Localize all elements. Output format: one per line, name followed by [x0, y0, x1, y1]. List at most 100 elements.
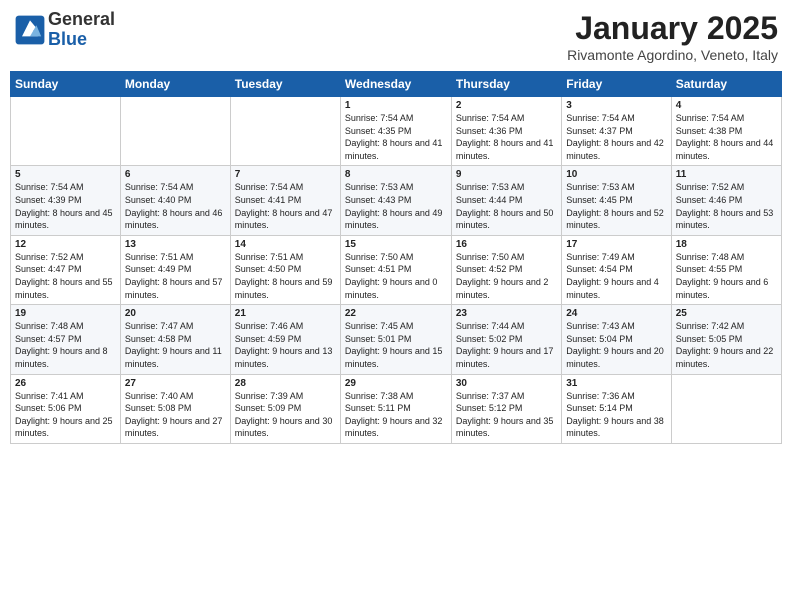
- day-cell: 5Sunrise: 7:54 AM Sunset: 4:39 PM Daylig…: [11, 166, 121, 235]
- day-number: 3: [566, 100, 666, 111]
- day-info: Sunrise: 7:54 AM Sunset: 4:36 PM Dayligh…: [456, 112, 557, 162]
- day-number: 18: [676, 239, 777, 250]
- day-info: Sunrise: 7:48 AM Sunset: 4:55 PM Dayligh…: [676, 251, 777, 301]
- weekday-header-row: SundayMondayTuesdayWednesdayThursdayFrid…: [11, 72, 782, 97]
- day-cell: 15Sunrise: 7:50 AM Sunset: 4:51 PM Dayli…: [340, 235, 451, 304]
- day-cell: 10Sunrise: 7:53 AM Sunset: 4:45 PM Dayli…: [562, 166, 671, 235]
- day-number: 22: [345, 308, 447, 319]
- day-cell: 29Sunrise: 7:38 AM Sunset: 5:11 PM Dayli…: [340, 374, 451, 443]
- day-cell: 31Sunrise: 7:36 AM Sunset: 5:14 PM Dayli…: [562, 374, 671, 443]
- day-info: Sunrise: 7:45 AM Sunset: 5:01 PM Dayligh…: [345, 320, 447, 370]
- day-number: 1: [345, 100, 447, 111]
- day-cell: [671, 374, 781, 443]
- logo: General Blue: [14, 10, 115, 50]
- day-info: Sunrise: 7:51 AM Sunset: 4:49 PM Dayligh…: [125, 251, 226, 301]
- day-info: Sunrise: 7:53 AM Sunset: 4:43 PM Dayligh…: [345, 181, 447, 231]
- day-number: 26: [15, 378, 116, 389]
- logo-general-text: General: [48, 10, 115, 30]
- week-row-2: 5Sunrise: 7:54 AM Sunset: 4:39 PM Daylig…: [11, 166, 782, 235]
- day-cell: 28Sunrise: 7:39 AM Sunset: 5:09 PM Dayli…: [230, 374, 340, 443]
- day-info: Sunrise: 7:47 AM Sunset: 4:58 PM Dayligh…: [125, 320, 226, 370]
- day-cell: 25Sunrise: 7:42 AM Sunset: 5:05 PM Dayli…: [671, 305, 781, 374]
- day-cell: 9Sunrise: 7:53 AM Sunset: 4:44 PM Daylig…: [451, 166, 561, 235]
- day-cell: 14Sunrise: 7:51 AM Sunset: 4:50 PM Dayli…: [230, 235, 340, 304]
- day-cell: 4Sunrise: 7:54 AM Sunset: 4:38 PM Daylig…: [671, 97, 781, 166]
- day-info: Sunrise: 7:36 AM Sunset: 5:14 PM Dayligh…: [566, 390, 666, 440]
- day-info: Sunrise: 7:40 AM Sunset: 5:08 PM Dayligh…: [125, 390, 226, 440]
- day-cell: 7Sunrise: 7:54 AM Sunset: 4:41 PM Daylig…: [230, 166, 340, 235]
- day-cell: 18Sunrise: 7:48 AM Sunset: 4:55 PM Dayli…: [671, 235, 781, 304]
- weekday-header-thursday: Thursday: [451, 72, 561, 97]
- day-number: 8: [345, 169, 447, 180]
- week-row-4: 19Sunrise: 7:48 AM Sunset: 4:57 PM Dayli…: [11, 305, 782, 374]
- day-cell: 30Sunrise: 7:37 AM Sunset: 5:12 PM Dayli…: [451, 374, 561, 443]
- day-cell: [120, 97, 230, 166]
- day-number: 4: [676, 100, 777, 111]
- day-number: 5: [15, 169, 116, 180]
- week-row-5: 26Sunrise: 7:41 AM Sunset: 5:06 PM Dayli…: [11, 374, 782, 443]
- day-number: 6: [125, 169, 226, 180]
- day-info: Sunrise: 7:38 AM Sunset: 5:11 PM Dayligh…: [345, 390, 447, 440]
- day-cell: 27Sunrise: 7:40 AM Sunset: 5:08 PM Dayli…: [120, 374, 230, 443]
- day-cell: [230, 97, 340, 166]
- calendar: SundayMondayTuesdayWednesdayThursdayFrid…: [10, 71, 782, 444]
- day-info: Sunrise: 7:39 AM Sunset: 5:09 PM Dayligh…: [235, 390, 336, 440]
- week-row-3: 12Sunrise: 7:52 AM Sunset: 4:47 PM Dayli…: [11, 235, 782, 304]
- day-cell: 3Sunrise: 7:54 AM Sunset: 4:37 PM Daylig…: [562, 97, 671, 166]
- day-info: Sunrise: 7:54 AM Sunset: 4:41 PM Dayligh…: [235, 181, 336, 231]
- day-cell: 13Sunrise: 7:51 AM Sunset: 4:49 PM Dayli…: [120, 235, 230, 304]
- day-number: 13: [125, 239, 226, 250]
- day-number: 24: [566, 308, 666, 319]
- day-info: Sunrise: 7:53 AM Sunset: 4:45 PM Dayligh…: [566, 181, 666, 231]
- logo-blue-text: Blue: [48, 30, 115, 50]
- day-cell: 1Sunrise: 7:54 AM Sunset: 4:35 PM Daylig…: [340, 97, 451, 166]
- day-cell: 17Sunrise: 7:49 AM Sunset: 4:54 PM Dayli…: [562, 235, 671, 304]
- page-header: General Blue January 2025 Rivamonte Agor…: [10, 10, 782, 63]
- day-info: Sunrise: 7:54 AM Sunset: 4:40 PM Dayligh…: [125, 181, 226, 231]
- day-number: 27: [125, 378, 226, 389]
- day-info: Sunrise: 7:44 AM Sunset: 5:02 PM Dayligh…: [456, 320, 557, 370]
- day-cell: 12Sunrise: 7:52 AM Sunset: 4:47 PM Dayli…: [11, 235, 121, 304]
- day-cell: 6Sunrise: 7:54 AM Sunset: 4:40 PM Daylig…: [120, 166, 230, 235]
- day-info: Sunrise: 7:54 AM Sunset: 4:38 PM Dayligh…: [676, 112, 777, 162]
- day-number: 7: [235, 169, 336, 180]
- day-info: Sunrise: 7:43 AM Sunset: 5:04 PM Dayligh…: [566, 320, 666, 370]
- day-info: Sunrise: 7:53 AM Sunset: 4:44 PM Dayligh…: [456, 181, 557, 231]
- day-number: 2: [456, 100, 557, 111]
- day-number: 14: [235, 239, 336, 250]
- month-title: January 2025: [567, 10, 778, 47]
- day-info: Sunrise: 7:46 AM Sunset: 4:59 PM Dayligh…: [235, 320, 336, 370]
- day-cell: 19Sunrise: 7:48 AM Sunset: 4:57 PM Dayli…: [11, 305, 121, 374]
- week-row-1: 1Sunrise: 7:54 AM Sunset: 4:35 PM Daylig…: [11, 97, 782, 166]
- day-number: 30: [456, 378, 557, 389]
- day-info: Sunrise: 7:51 AM Sunset: 4:50 PM Dayligh…: [235, 251, 336, 301]
- day-cell: 23Sunrise: 7:44 AM Sunset: 5:02 PM Dayli…: [451, 305, 561, 374]
- day-cell: 26Sunrise: 7:41 AM Sunset: 5:06 PM Dayli…: [11, 374, 121, 443]
- day-info: Sunrise: 7:54 AM Sunset: 4:39 PM Dayligh…: [15, 181, 116, 231]
- location: Rivamonte Agordino, Veneto, Italy: [567, 47, 778, 63]
- day-number: 20: [125, 308, 226, 319]
- day-number: 19: [15, 308, 116, 319]
- day-info: Sunrise: 7:48 AM Sunset: 4:57 PM Dayligh…: [15, 320, 116, 370]
- day-number: 17: [566, 239, 666, 250]
- weekday-header-sunday: Sunday: [11, 72, 121, 97]
- title-block: January 2025 Rivamonte Agordino, Veneto,…: [567, 10, 778, 63]
- day-info: Sunrise: 7:49 AM Sunset: 4:54 PM Dayligh…: [566, 251, 666, 301]
- day-info: Sunrise: 7:37 AM Sunset: 5:12 PM Dayligh…: [456, 390, 557, 440]
- day-cell: 16Sunrise: 7:50 AM Sunset: 4:52 PM Dayli…: [451, 235, 561, 304]
- day-number: 21: [235, 308, 336, 319]
- day-number: 10: [566, 169, 666, 180]
- day-cell: 11Sunrise: 7:52 AM Sunset: 4:46 PM Dayli…: [671, 166, 781, 235]
- day-info: Sunrise: 7:54 AM Sunset: 4:35 PM Dayligh…: [345, 112, 447, 162]
- day-info: Sunrise: 7:54 AM Sunset: 4:37 PM Dayligh…: [566, 112, 666, 162]
- day-cell: 20Sunrise: 7:47 AM Sunset: 4:58 PM Dayli…: [120, 305, 230, 374]
- weekday-header-tuesday: Tuesday: [230, 72, 340, 97]
- weekday-header-friday: Friday: [562, 72, 671, 97]
- day-number: 16: [456, 239, 557, 250]
- day-info: Sunrise: 7:52 AM Sunset: 4:46 PM Dayligh…: [676, 181, 777, 231]
- day-info: Sunrise: 7:50 AM Sunset: 4:52 PM Dayligh…: [456, 251, 557, 301]
- weekday-header-wednesday: Wednesday: [340, 72, 451, 97]
- day-number: 15: [345, 239, 447, 250]
- day-number: 28: [235, 378, 336, 389]
- day-cell: 21Sunrise: 7:46 AM Sunset: 4:59 PM Dayli…: [230, 305, 340, 374]
